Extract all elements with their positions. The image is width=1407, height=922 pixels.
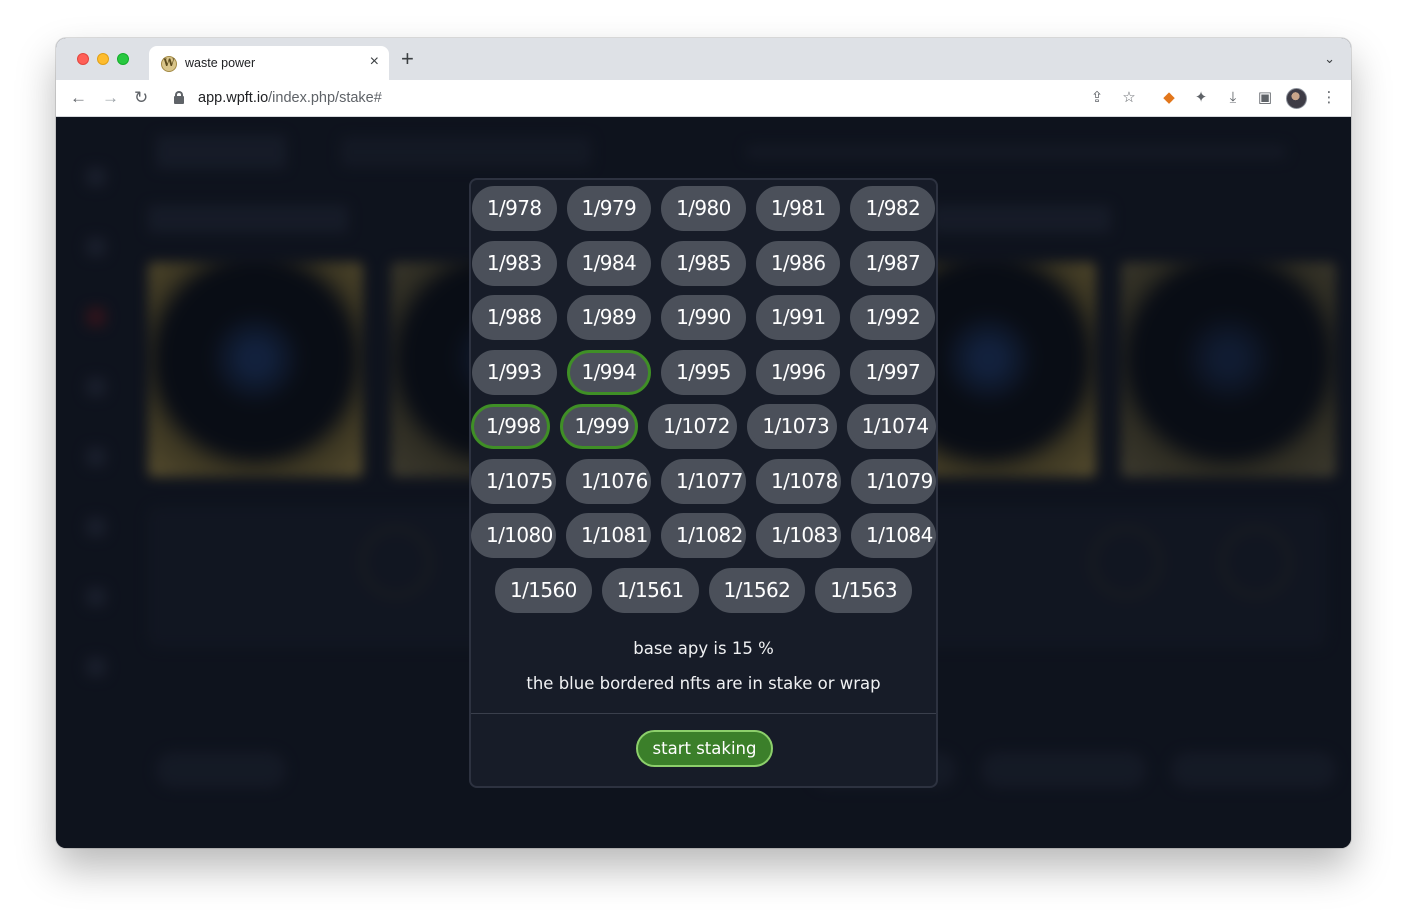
nft-pill[interactable]: 1/1078: [756, 458, 841, 504]
forward-arrow-icon[interactable]: →: [102, 87, 119, 109]
nft-row: 1/998 1/999 1/1072 1/1073 1/1074: [471, 404, 936, 449]
tab-title: waste power: [185, 56, 256, 70]
nft-row: 1/1075 1/1076 1/1077 1/1078 1/1079: [471, 458, 936, 504]
side-panel-icon[interactable]: ▣: [1255, 88, 1275, 108]
nft-pill[interactable]: 1/998: [471, 404, 550, 449]
browser-window: W waste power × + ⌄ ← → ↻ app.wpft.io/in…: [56, 38, 1351, 848]
share-icon[interactable]: ⇪: [1087, 88, 1107, 108]
nft-row: 1/988 1/989 1/990 1/991 1/992: [471, 295, 936, 340]
nft-pill[interactable]: 1/990: [661, 295, 746, 340]
url-text: app.wpft.io/index.php/stake#: [198, 90, 382, 106]
base-apy-text: base apy is 15 %: [633, 639, 774, 658]
page-content: 1/978 1/979 1/980 1/981 1/982 1/983 1/984 1/985…: [56, 117, 1351, 848]
nft-row: 1/1080 1/1081 1/1082 1/1083 1/1084: [471, 513, 936, 558]
tab-strip: W waste power × + ⌄: [56, 38, 1351, 80]
nft-pill[interactable]: 1/1561: [601, 567, 699, 613]
bookmark-star-icon[interactable]: ☆: [1119, 88, 1139, 108]
metamask-fox-icon[interactable]: ◆: [1159, 88, 1179, 108]
nft-pill[interactable]: 1/1075: [471, 458, 556, 504]
nft-pill[interactable]: 1/1563: [815, 567, 913, 613]
nft-pill[interactable]: 1/1072: [648, 404, 738, 449]
extensions-puzzle-icon[interactable]: ✦: [1191, 88, 1211, 108]
nft-pill[interactable]: 1/999: [559, 404, 639, 449]
close-window-button[interactable]: [77, 53, 89, 65]
nft-row: 1/978 1/979 1/980 1/981 1/982: [471, 186, 936, 231]
zoom-window-button[interactable]: [117, 53, 129, 65]
nft-pill[interactable]: 1/983: [471, 240, 557, 286]
site-favicon-icon: W: [161, 56, 177, 72]
nft-pill[interactable]: 1/994: [566, 349, 652, 395]
nft-row: 1/983 1/984 1/985 1/986 1/987: [471, 240, 936, 286]
nft-pill[interactable]: 1/1084: [851, 513, 936, 558]
nft-pill[interactable]: 1/1080: [471, 513, 556, 558]
nft-pill[interactable]: 1/1560: [494, 567, 592, 613]
modal-divider: [471, 713, 936, 714]
nft-pill[interactable]: 1/1079: [851, 458, 936, 504]
nft-pill[interactable]: 1/982: [850, 186, 936, 231]
lock-icon[interactable]: [174, 91, 184, 104]
nft-selection-modal: 1/978 1/979 1/980 1/981 1/982 1/983 1/984 1/985…: [469, 178, 938, 788]
nft-pill[interactable]: 1/986: [755, 240, 841, 286]
nft-pill[interactable]: 1/980: [661, 186, 746, 231]
staked-note-text: the blue bordered nfts are in stake or w…: [526, 674, 881, 693]
nft-pill[interactable]: 1/1081: [566, 513, 651, 558]
browser-toolbar: ← → ↻ app.wpft.io/index.php/stake# ⇪ ☆ ◆…: [56, 80, 1351, 117]
nft-pill[interactable]: 1/1082: [661, 513, 746, 558]
reload-icon[interactable]: ↻: [134, 87, 148, 109]
profile-avatar[interactable]: [1286, 88, 1307, 109]
nft-pill[interactable]: 1/991: [755, 295, 841, 340]
nft-pill[interactable]: 1/981: [755, 186, 841, 231]
nft-pill[interactable]: 1/978: [471, 186, 557, 231]
tab-waste-power[interactable]: W waste power ×: [149, 46, 389, 80]
nft-row: 1/993 1/994 1/995 1/996 1/997: [471, 349, 936, 395]
address-bar[interactable]: app.wpft.io/index.php/stake#: [164, 84, 1164, 113]
nft-pill[interactable]: 1/984: [566, 240, 652, 286]
close-tab-icon[interactable]: ×: [370, 53, 379, 71]
nft-pill[interactable]: 1/992: [850, 295, 936, 340]
start-staking-button[interactable]: start staking: [636, 730, 773, 767]
new-tab-button[interactable]: +: [401, 48, 414, 70]
nft-grid: 1/978 1/979 1/980 1/981 1/982 1/983 1/984 1/985…: [471, 186, 936, 622]
nft-pill[interactable]: 1/997: [850, 349, 936, 395]
back-arrow-icon[interactable]: ←: [70, 87, 87, 109]
nft-pill[interactable]: 1/1074: [846, 404, 936, 449]
nft-pill[interactable]: 1/985: [661, 240, 746, 286]
nft-pill[interactable]: 1/993: [471, 349, 557, 395]
nft-pill[interactable]: 1/996: [755, 349, 841, 395]
nft-pill[interactable]: 1/979: [566, 186, 652, 231]
nft-pill[interactable]: 1/988: [471, 295, 557, 340]
nft-pill[interactable]: 1/987: [850, 240, 936, 286]
nft-pill[interactable]: 1/989: [566, 295, 652, 340]
nft-pill[interactable]: 1/1562: [708, 567, 806, 613]
nft-pill[interactable]: 1/1076: [566, 458, 651, 504]
nft-pill[interactable]: 1/1073: [747, 404, 837, 449]
minimize-window-button[interactable]: [97, 53, 109, 65]
nft-pill[interactable]: 1/1077: [661, 458, 746, 504]
nft-row: 1/1560 1/1561 1/1562 1/1563: [471, 567, 936, 613]
download-icon[interactable]: ⤓: [1223, 88, 1243, 108]
tab-search-chevron-icon[interactable]: ⌄: [1324, 51, 1335, 67]
nft-pill[interactable]: 1/1083: [756, 513, 841, 558]
kebab-menu-icon[interactable]: ⋮: [1319, 88, 1339, 108]
nft-pill[interactable]: 1/995: [661, 349, 746, 395]
